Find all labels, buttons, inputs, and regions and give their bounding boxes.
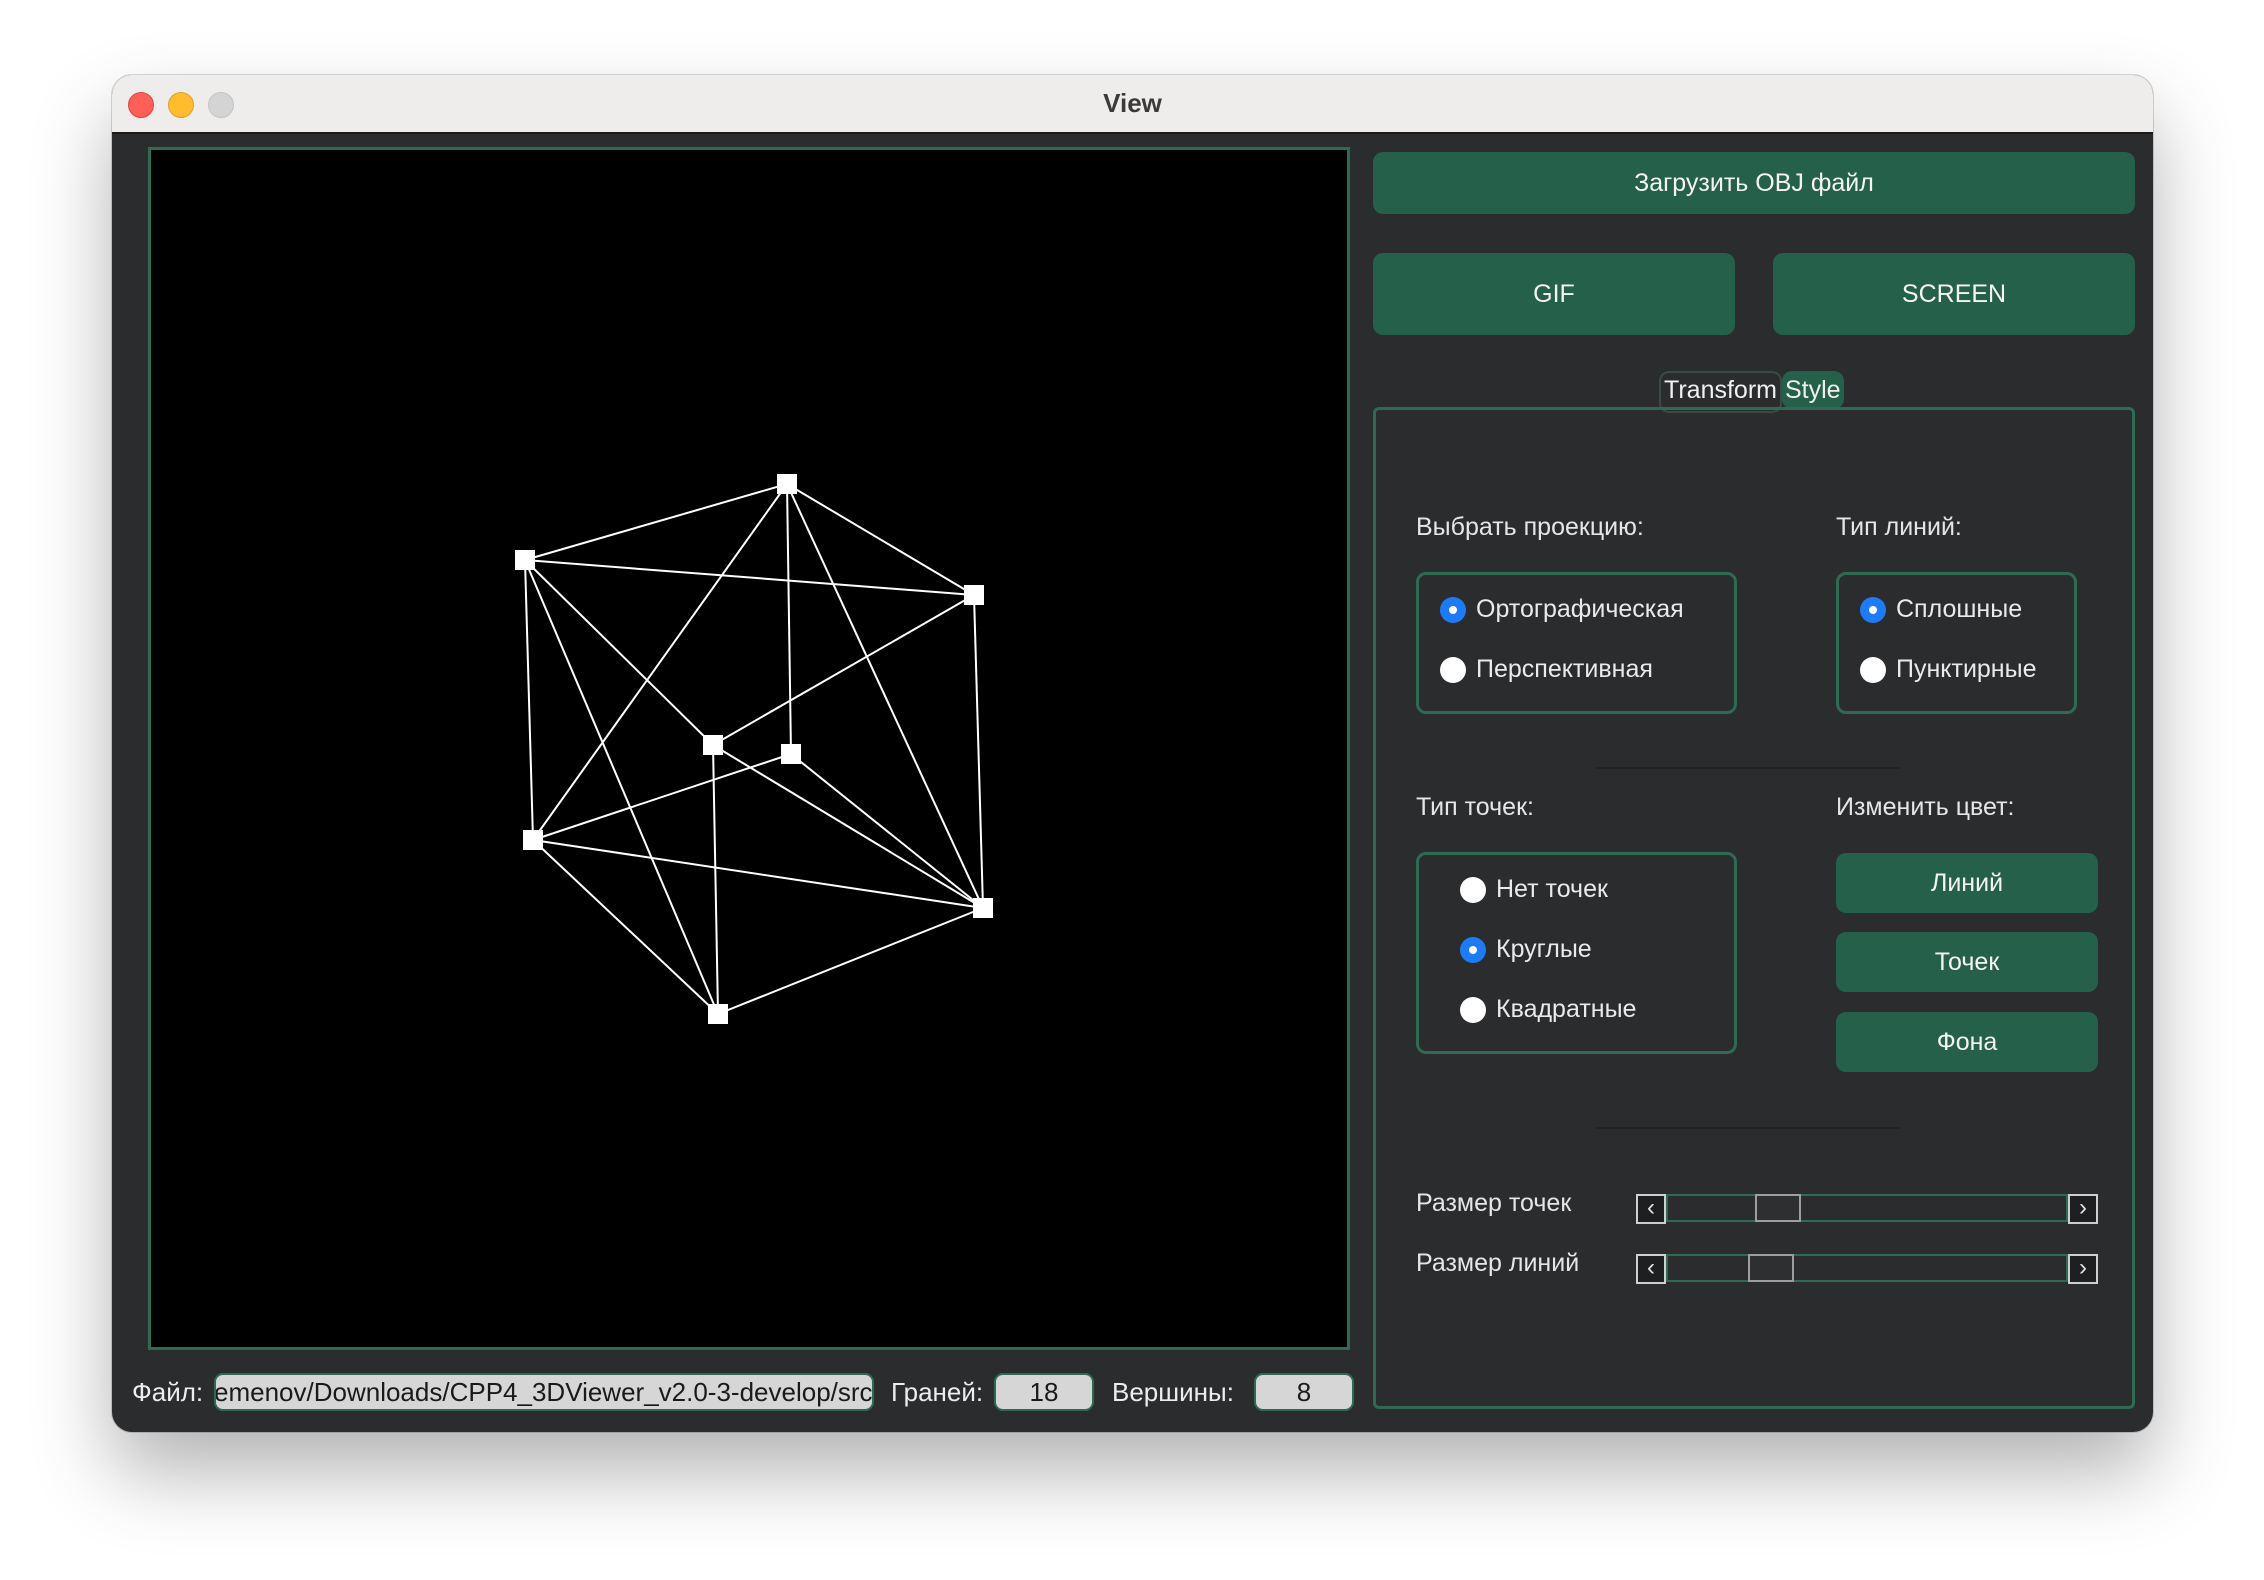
chevron-left-icon[interactable]: ‹ (1636, 1194, 1666, 1224)
radio-indicator (1860, 596, 1886, 623)
divider (1597, 767, 1899, 769)
load-obj-button[interactable]: Загрузить OBJ файл (1373, 152, 2135, 214)
app-window: View Загрузить OBJ файл GIF SCREEN Trans… (112, 75, 2153, 1432)
model-vertex (973, 898, 993, 918)
point-type-title: Тип точек: (1416, 793, 1534, 821)
model-edge (524, 559, 714, 746)
radio-orthographic[interactable]: Ортографическая (1440, 595, 1684, 624)
gif-button[interactable]: GIF (1373, 253, 1735, 335)
title-bar: View (112, 75, 2153, 134)
model-edge (790, 753, 984, 909)
model-edge (712, 594, 975, 746)
radio-perspective[interactable]: Перспективная (1440, 655, 1653, 684)
model-edge (532, 839, 719, 1015)
radio-label: Перспективная (1476, 655, 1653, 683)
model-edge (712, 744, 719, 1015)
file-path-field[interactable]: emenov/Downloads/CPP4_3DViewer_v2.0-3-de… (214, 1373, 874, 1411)
point-size-slider[interactable]: ‹ › (1636, 1194, 2098, 1224)
point-size-label: Размер точек (1416, 1189, 1572, 1217)
model-vertex (703, 735, 723, 755)
radio-round-points[interactable]: Круглые (1460, 935, 1592, 964)
projection-group (1416, 572, 1737, 714)
model-edge (973, 594, 984, 909)
radio-no-points[interactable]: Нет точек (1460, 875, 1608, 904)
model-edge (532, 483, 788, 841)
line-size-slider[interactable]: ‹ › (1636, 1254, 2098, 1284)
vertices-count-field: 8 (1254, 1373, 1354, 1411)
line-color-button[interactable]: Линий (1836, 853, 2098, 913)
radio-indicator (1860, 656, 1886, 683)
model-edge (712, 744, 984, 909)
chevron-right-icon[interactable]: › (2068, 1254, 2098, 1284)
radio-indicator (1460, 936, 1486, 963)
tab-bar: Transform Style (1659, 371, 1844, 413)
divider (1597, 1127, 1899, 1129)
radio-label: Квадратные (1496, 995, 1637, 1023)
model-vertex (781, 744, 801, 764)
radio-label: Ортографическая (1476, 595, 1684, 623)
radio-label: Круглые (1496, 935, 1592, 963)
model-vertex (708, 1004, 728, 1024)
wireframe-model (515, 474, 993, 1024)
model-edge (786, 483, 984, 909)
point-color-button[interactable]: Точек (1836, 932, 2098, 992)
background-color-button[interactable]: Фона (1836, 1012, 2098, 1072)
radio-indicator (1440, 656, 1466, 683)
tab-style[interactable]: Style (1781, 371, 1844, 409)
slider-thumb[interactable] (1747, 1254, 1794, 1282)
model-edge (717, 907, 984, 1015)
model-vertex (515, 550, 535, 570)
model-edge (532, 753, 792, 841)
slider-thumb[interactable] (1755, 1194, 1801, 1222)
radio-label: Нет точек (1496, 875, 1608, 903)
3d-viewport[interactable] (148, 147, 1350, 1350)
model-vertex (523, 830, 543, 850)
screen-button[interactable]: SCREEN (1773, 253, 2135, 335)
radio-indicator (1460, 996, 1486, 1023)
model-edge (524, 559, 975, 596)
model-edge (524, 483, 788, 561)
chevron-left-icon[interactable]: ‹ (1636, 1254, 1666, 1284)
line-type-group (1836, 572, 2077, 714)
model-edge (786, 483, 975, 596)
model-edge (786, 483, 792, 755)
radio-dashed[interactable]: Пунктирные (1860, 655, 2037, 684)
vertices-label: Вершины: (1112, 1377, 1234, 1407)
chevron-right-icon[interactable]: › (2068, 1194, 2098, 1224)
projection-title: Выбрать проекцию: (1416, 513, 1644, 541)
radio-square-points[interactable]: Квадратные (1460, 995, 1636, 1024)
model-vertex (777, 474, 797, 494)
line-size-label: Размер линий (1416, 1249, 1580, 1277)
radio-label: Пунктирные (1896, 655, 2037, 683)
window-title: View (1103, 88, 1162, 118)
model-edge (524, 559, 534, 841)
faces-label: Граней: (891, 1377, 984, 1407)
radio-indicator (1460, 876, 1486, 903)
faces-count-field: 18 (994, 1373, 1094, 1411)
line-type-title: Тип линий: (1836, 513, 1962, 541)
slider-track[interactable] (1666, 1194, 2068, 1222)
radio-solid[interactable]: Сплошные (1860, 595, 2022, 624)
model-edge (532, 839, 984, 909)
slider-track[interactable] (1666, 1254, 2068, 1282)
color-title: Изменить цвет: (1836, 793, 2015, 821)
radio-label: Сплошные (1896, 595, 2023, 623)
model-vertex (964, 585, 984, 605)
radio-indicator (1440, 596, 1466, 623)
file-label: Файл: (132, 1377, 204, 1407)
